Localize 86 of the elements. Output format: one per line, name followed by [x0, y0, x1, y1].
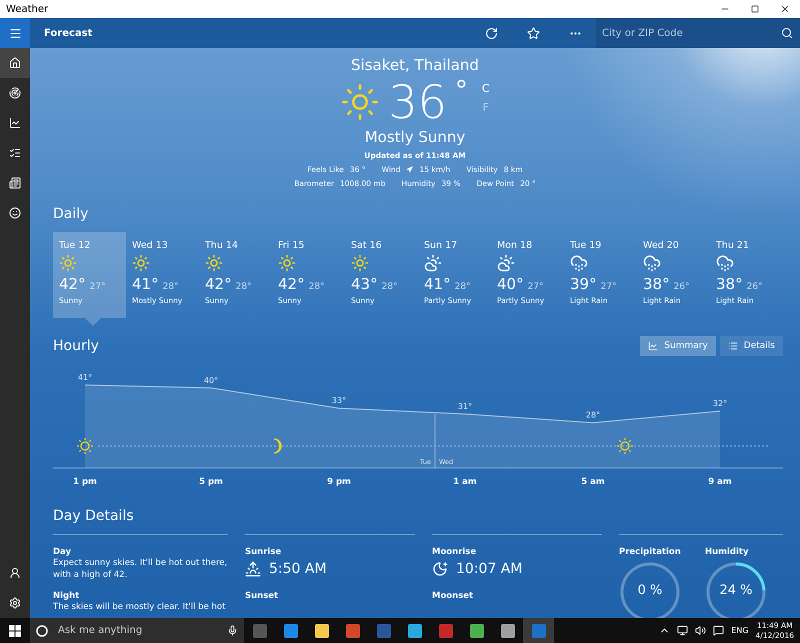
view-toggle[interactable]: Summary: [640, 336, 716, 356]
cloud-rain-icon: [570, 254, 588, 272]
temperature-label: 28°: [586, 410, 600, 420]
detail-label: Moonrise: [432, 547, 478, 557]
forecast-label: Day: [53, 547, 72, 557]
circle-icon: [36, 624, 48, 636]
sun-icon: [205, 254, 223, 272]
section-title: Daily: [53, 206, 90, 222]
search-field[interactable]: City or ZIP Code: [596, 18, 774, 48]
degree-sign: °: [454, 76, 468, 106]
time-label: 1 pm: [73, 477, 97, 487]
network-icon: [677, 625, 688, 636]
view-toggle[interactable]: Details: [720, 336, 783, 356]
sun-icon: [132, 254, 150, 272]
windows-logo-icon: [9, 624, 21, 636]
sun-icon: [59, 254, 77, 272]
day-divider-line: [434, 414, 436, 468]
list-icon: [9, 147, 21, 159]
detail-label: Sunset: [245, 591, 280, 601]
temperature-label: 41°: [78, 373, 92, 382]
taskbar-search-field[interactable]: Ask me anything: [54, 618, 220, 643]
forecast-text: The skies will be mostly clear. It'll be hot: [53, 601, 226, 613]
nav-button[interactable]: [0, 48, 30, 78]
sun-icon: [245, 561, 261, 577]
cortana-button[interactable]: [30, 618, 54, 643]
gauge-label: Precipitation: [619, 547, 681, 557]
ring-gauge: [619, 561, 681, 618]
sun-icon: [617, 438, 633, 454]
close-icon: [780, 4, 790, 14]
window-title: Weather: [6, 4, 50, 14]
refresh-icon: [484, 26, 498, 40]
current-temperature: 36: [388, 76, 447, 128]
page-title: Forecast: [44, 28, 94, 38]
cloud-rain-icon: [716, 254, 734, 272]
time-label: 9 pm: [327, 477, 351, 487]
time-label: 5 am: [581, 477, 605, 487]
gauge-label: Humidity: [705, 547, 750, 557]
chart-icon: [648, 341, 658, 351]
temperature-label: 32°: [712, 399, 728, 408]
home-icon: [9, 57, 21, 69]
menu-icon: [8, 26, 22, 40]
detail-label: Sunrise: [245, 547, 282, 557]
cloud-sun-icon: [497, 254, 515, 272]
forecast-label: Night: [53, 591, 80, 601]
condition-text: Mostly Sunny: [364, 128, 466, 146]
sun-icon: [351, 254, 369, 272]
gauge-reading: 24 %: [718, 583, 754, 598]
smile-icon: [9, 207, 21, 219]
sunrise-time: 5:50 AM: [269, 561, 327, 577]
sun-icon: [278, 254, 296, 272]
message-icon: [713, 625, 724, 636]
detail-label: Moonset: [432, 591, 474, 601]
volume-icon: [695, 625, 706, 636]
time-label: 1 am: [453, 477, 477, 487]
temperature-label: 33°: [332, 396, 346, 406]
section-title: Day Details: [53, 508, 135, 524]
cloud-rain-icon: [643, 254, 661, 272]
radar-icon: [9, 87, 21, 99]
location-name: Sisaket, Thailand: [351, 56, 479, 74]
unit-toggle[interactable]: C: [482, 82, 490, 95]
person-icon: [9, 567, 21, 579]
settings-icon: [9, 597, 21, 609]
section-title: Hourly: [53, 338, 100, 354]
language-indicator[interactable]: ENG: [731, 626, 749, 635]
forecast-text: Expect sunny skies. It'll be hot out there, with a high of 42.: [53, 557, 228, 581]
microphone-button[interactable]: [220, 618, 244, 643]
gauge-reading: 0 %: [636, 583, 664, 598]
search-button[interactable]: [774, 18, 800, 48]
star-icon: [526, 26, 540, 40]
line-chart-icon: [9, 117, 21, 129]
microphone-icon: [226, 625, 238, 636]
maximize-icon: [751, 5, 759, 13]
moonrise-time: 10:07 AM: [456, 561, 522, 577]
sun-icon: [77, 438, 93, 454]
search-icon: [781, 27, 793, 39]
time-label: 5 pm: [199, 477, 223, 487]
temperature-label: 31°: [458, 402, 472, 411]
moon-icon: [273, 438, 282, 454]
moon-icon: [432, 561, 448, 577]
cloud-sun-icon: [424, 254, 442, 272]
temperature-label: 40°: [204, 376, 218, 385]
selection-pointer: [85, 318, 101, 326]
menu-button[interactable]: [0, 18, 30, 48]
time-label: 9 am: [708, 477, 732, 487]
newspaper-icon: [9, 177, 21, 189]
sun-icon: [340, 82, 380, 122]
